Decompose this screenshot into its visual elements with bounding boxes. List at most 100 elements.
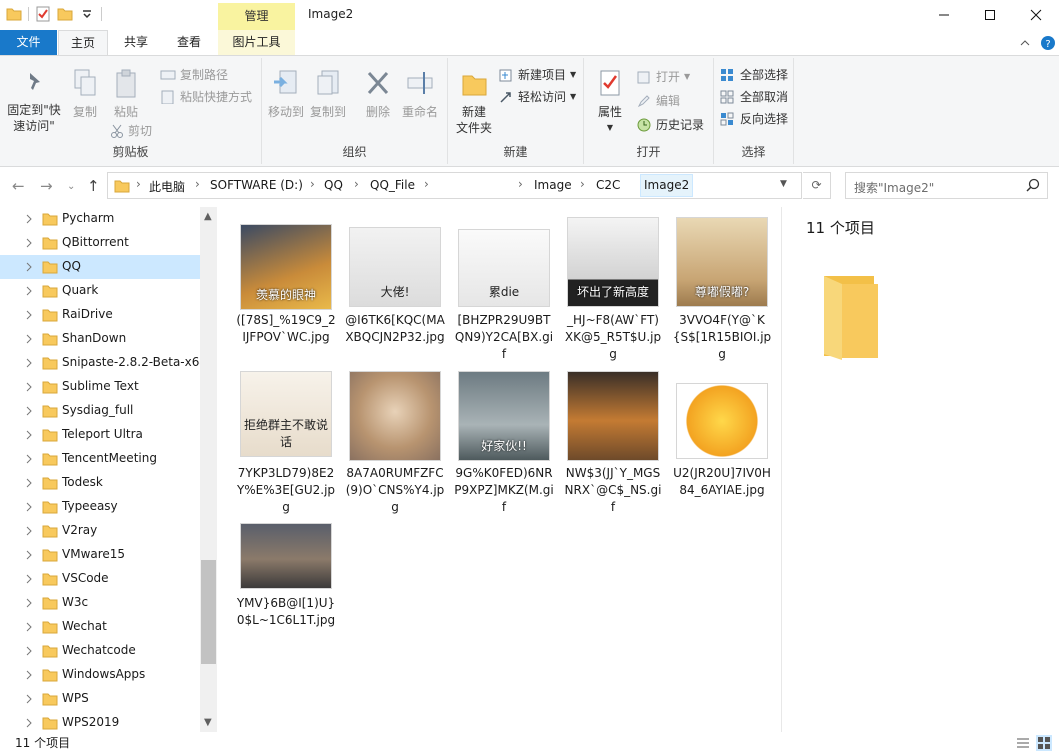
file-thumbnail[interactable] — [676, 383, 768, 459]
nav-item[interactable]: Todesk — [0, 471, 200, 495]
expand-chevron-icon[interactable] — [24, 717, 34, 729]
context-tab-manage[interactable]: 管理 — [218, 3, 295, 30]
large-icons-view-icon[interactable] — [1036, 735, 1052, 751]
tab-share[interactable]: 共享 — [112, 30, 160, 55]
file-name[interactable]: 9G%K0FED)6NRP9XPZ]MKZ(M.gif — [454, 465, 554, 516]
file-name[interactable]: 3VVO4F(Y@`K{S$[1R15BIOI.jpg — [672, 312, 772, 363]
maximize-button[interactable] — [967, 0, 1013, 30]
nav-item[interactable]: VSCode — [0, 567, 200, 591]
file-name[interactable]: 8A7A0RUMFZFC(9)O`CNS%Y4.jpg — [345, 465, 445, 516]
search-icon[interactable] — [1026, 178, 1040, 192]
breadcrumb-qq-file[interactable]: QQ_File — [370, 178, 415, 192]
expand-chevron-icon[interactable] — [24, 525, 34, 537]
file-name[interactable]: ([78S]_%19C9_2IJFPOV`WC.jpg — [236, 312, 336, 346]
nav-item[interactable]: Sysdiag_full — [0, 399, 200, 423]
breadcrumb-chevron-icon[interactable]: › — [354, 177, 359, 191]
details-view-icon[interactable] — [1015, 735, 1031, 751]
nav-item[interactable]: WPS — [0, 687, 200, 711]
collapse-ribbon-icon[interactable] — [1019, 38, 1031, 48]
nav-item[interactable]: QBittorrent — [0, 231, 200, 255]
file-thumbnail[interactable]: 累die — [458, 229, 550, 307]
nav-item[interactable]: Typeeasy — [0, 495, 200, 519]
edit-button[interactable]: 编辑 — [636, 92, 680, 109]
nav-item[interactable]: QQ — [0, 255, 200, 279]
file-thumbnail[interactable]: 羡慕的眼神 — [240, 224, 332, 310]
nav-item[interactable]: Snipaste-2.8.2-Beta-x64 — [0, 351, 207, 375]
expand-chevron-icon[interactable] — [24, 357, 34, 369]
scroll-down-icon[interactable]: ▼ — [204, 717, 212, 728]
new-folder-icon[interactable] — [57, 6, 73, 22]
search-box[interactable]: 搜索"Image2" — [845, 172, 1048, 199]
file-name[interactable]: U2(JR20U]7IV0H84_6AYIAE.jpg — [672, 465, 772, 499]
select-none-button[interactable]: 全部取消 — [720, 88, 788, 105]
expand-chevron-icon[interactable] — [24, 213, 34, 225]
address-dropdown-icon[interactable]: ▼ — [780, 179, 787, 189]
expand-chevron-icon[interactable] — [24, 549, 34, 561]
expand-chevron-icon[interactable] — [24, 645, 34, 657]
tab-home[interactable]: 主页 — [58, 30, 108, 55]
file-thumbnail[interactable]: 大佬! — [349, 227, 441, 307]
history-button[interactable]: 历史记录 — [636, 116, 704, 133]
paste-shortcut-button[interactable]: 粘贴快捷方式 — [160, 88, 252, 105]
file-name[interactable]: NW$3(JJ`Y_MGSNRX`@C$_NS.gif — [563, 465, 663, 516]
expand-chevron-icon[interactable] — [24, 261, 34, 273]
expand-chevron-icon[interactable] — [24, 621, 34, 633]
file-thumbnail[interactable]: 拒绝群主不敢说话 — [240, 371, 332, 457]
open-button[interactable]: 打开 ▼ — [636, 68, 690, 85]
paste-button[interactable]: 粘贴 — [108, 68, 144, 120]
tab-view[interactable]: 查看 — [164, 30, 214, 55]
file-thumbnail[interactable]: 好家伙!! — [458, 371, 550, 461]
expand-chevron-icon[interactable] — [24, 237, 34, 249]
nav-scrollbar[interactable]: ▲ ▼ — [200, 207, 217, 732]
file-name[interactable]: 7YKP3LD79)8E2Y%E%3E[GU2.jpg — [236, 465, 336, 516]
nav-item[interactable]: WindowsApps — [0, 663, 200, 687]
file-name[interactable]: @I6TK6[KQC(MAXBQCJN2P32.jpg — [345, 312, 445, 346]
file-thumbnail[interactable] — [349, 371, 441, 461]
nav-item[interactable]: WPS2019 — [0, 711, 200, 732]
expand-chevron-icon[interactable] — [24, 405, 34, 417]
file-thumbnail[interactable]: 坏出了新高度 — [567, 217, 659, 307]
scroll-up-icon[interactable]: ▲ — [204, 211, 212, 222]
nav-item[interactable]: TencentMeeting — [0, 447, 200, 471]
refresh-button[interactable]: ⟳ — [803, 172, 831, 199]
nav-item[interactable]: ShanDown — [0, 327, 200, 351]
file-thumbnail[interactable]: 尊嘟假嘟? — [676, 217, 768, 307]
nav-item[interactable]: Sublime Text — [0, 375, 200, 399]
expand-chevron-icon[interactable] — [24, 573, 34, 585]
expand-chevron-icon[interactable] — [24, 333, 34, 345]
tab-file[interactable]: 文件 — [0, 30, 57, 55]
breadcrumb-chevron-icon[interactable]: › — [580, 177, 585, 191]
back-arrow-icon[interactable]: ← — [12, 177, 25, 195]
new-item-button[interactable]: 新建项目 ▼ — [498, 66, 576, 83]
expand-chevron-icon[interactable] — [24, 693, 34, 705]
minimize-button[interactable] — [921, 0, 967, 30]
nav-item[interactable]: V2ray — [0, 519, 200, 543]
pane-divider[interactable] — [781, 207, 782, 732]
recent-locations-icon[interactable]: ⌄ — [67, 181, 75, 192]
customize-qat-icon[interactable] — [79, 6, 95, 22]
help-icon[interactable]: ? — [1040, 35, 1056, 51]
copy-button[interactable]: 复制 — [68, 68, 102, 120]
expand-chevron-icon[interactable] — [24, 285, 34, 297]
file-name[interactable]: [BHZPR29U9BTQN9)Y2CA[BX.gif — [454, 312, 554, 363]
easy-access-button[interactable]: 轻松访问 ▼ — [498, 88, 576, 105]
expand-chevron-icon[interactable] — [24, 381, 34, 393]
nav-item[interactable]: W3c — [0, 591, 200, 615]
breadcrumb-chevron-icon[interactable]: › — [310, 177, 315, 191]
expand-chevron-icon[interactable] — [24, 501, 34, 513]
nav-item[interactable]: Quark — [0, 279, 200, 303]
up-arrow-icon[interactable]: ↑ — [87, 177, 100, 195]
copy-path-button[interactable]: 复制路径 — [160, 66, 228, 83]
nav-item[interactable]: Wechatcode — [0, 639, 200, 663]
breadcrumb-chevron-icon[interactable]: › — [424, 177, 429, 191]
breadcrumb-drive[interactable]: SOFTWARE (D:) — [210, 178, 303, 192]
file-name[interactable]: _HJ~F8(AW`FT)XK@5_R5T$U.jpg — [563, 312, 663, 363]
nav-item[interactable]: Pycharm — [0, 207, 200, 231]
file-thumbnail[interactable] — [240, 523, 332, 589]
properties-icon[interactable] — [35, 6, 51, 22]
breadcrumb-chevron-icon[interactable]: › — [136, 177, 141, 191]
copy-to-button[interactable]: 复制到 — [308, 68, 348, 120]
expand-chevron-icon[interactable] — [24, 429, 34, 441]
close-button[interactable] — [1013, 0, 1059, 30]
file-thumbnail[interactable] — [567, 371, 659, 461]
